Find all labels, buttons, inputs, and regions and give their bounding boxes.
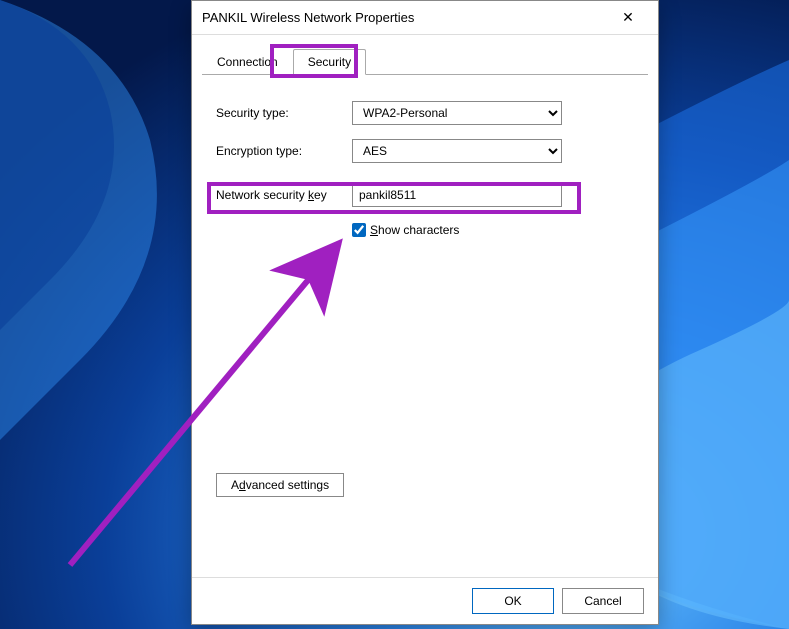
network-key-input[interactable] xyxy=(352,183,562,207)
ok-button[interactable]: OK xyxy=(472,588,554,614)
row-encryption-type: Encryption type: AES xyxy=(216,139,634,163)
encryption-type-select[interactable]: AES xyxy=(352,139,562,163)
security-type-label: Security type: xyxy=(216,106,352,120)
show-characters-checkbox[interactable] xyxy=(352,223,366,237)
network-key-label: Network security key xyxy=(216,188,352,202)
network-properties-dialog: PANKIL Wireless Network Properties ✕ Con… xyxy=(191,0,659,625)
advanced-settings-button[interactable]: Advanced settings xyxy=(216,473,344,497)
row-security-type: Security type: WPA2-Personal xyxy=(216,101,634,125)
titlebar: PANKIL Wireless Network Properties ✕ xyxy=(192,1,658,35)
dialog-button-row: OK Cancel xyxy=(192,577,658,624)
close-button[interactable]: ✕ xyxy=(608,3,648,33)
dialog-title: PANKIL Wireless Network Properties xyxy=(202,10,608,25)
cancel-button[interactable]: Cancel xyxy=(562,588,644,614)
row-network-key: Network security key xyxy=(216,183,634,207)
tab-strip: Connection Security xyxy=(202,47,648,75)
close-icon: ✕ xyxy=(622,9,634,26)
tab-connection[interactable]: Connection xyxy=(202,49,293,74)
tab-panel-security: Security type: WPA2-Personal Encryption … xyxy=(192,75,658,577)
encryption-type-label: Encryption type: xyxy=(216,144,352,158)
show-characters-label[interactable]: Show characters xyxy=(370,223,459,237)
row-show-characters: Show characters xyxy=(352,223,634,237)
security-type-select[interactable]: WPA2-Personal xyxy=(352,101,562,125)
tab-security[interactable]: Security xyxy=(293,49,366,75)
